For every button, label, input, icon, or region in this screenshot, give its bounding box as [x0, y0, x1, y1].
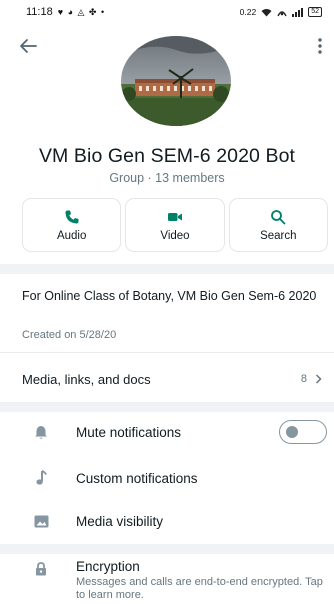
action-row: Audio Video Search	[22, 198, 328, 252]
toggle-knob	[286, 426, 298, 438]
search-button[interactable]: Search	[228, 198, 328, 252]
media-links-docs-row[interactable]: Media, links, and docs 8	[22, 364, 322, 394]
video-label: Video	[160, 229, 190, 242]
mute-toggle[interactable]	[279, 420, 327, 444]
group-avatar[interactable]	[121, 36, 231, 126]
divider-line	[0, 352, 334, 353]
more-options-icon[interactable]	[314, 34, 326, 58]
group-description[interactable]: For Online Class of Botany, VM Bio Gen S…	[22, 288, 322, 304]
section-divider	[0, 402, 334, 412]
signal-icon	[292, 7, 304, 17]
lock-icon	[33, 561, 49, 577]
media-visibility-row[interactable]: Media visibility	[0, 503, 334, 539]
visibility-label: Media visibility	[76, 513, 164, 529]
wifi-icon	[261, 8, 272, 16]
mute-label: Mute notifications	[76, 424, 182, 440]
custom-label: Custom notifications	[76, 470, 198, 486]
media-label: Media, links, and docs	[22, 371, 151, 387]
hotspot-icon	[277, 10, 287, 16]
status-left: 11:18 ♥ ◕ ◬ ✤ •	[26, 6, 105, 18]
media-count-group: 8	[301, 373, 322, 385]
media-count: 8	[300, 373, 307, 385]
music-note-icon	[33, 470, 49, 486]
group-meta: Group · 13 members	[109, 171, 225, 185]
mute-notifications-row[interactable]: Mute notifications	[0, 414, 334, 450]
search-label: Search	[260, 229, 297, 242]
section-divider	[0, 544, 334, 554]
chevron-right-icon	[315, 374, 322, 384]
video-call-button[interactable]: Video	[125, 198, 225, 252]
back-arrow-icon[interactable]	[16, 34, 40, 58]
audio-call-button[interactable]: Audio	[22, 198, 122, 252]
avatar-photo	[121, 36, 231, 126]
data-speed: 0.22	[239, 7, 257, 17]
search-icon	[271, 209, 286, 224]
group-name[interactable]: VM Bio Gen SEM-6 2020 Bot	[0, 145, 334, 168]
phone-icon	[65, 210, 79, 223]
encryption-title: Encryption	[76, 559, 140, 574]
status-bar: 11:18 ♥ ◕ ◬ ✤ • 0.22 52	[0, 0, 334, 24]
notification-icons: ♥ ◕ ◬ ✤ •	[57, 6, 106, 17]
video-camera-icon	[167, 212, 182, 221]
created-date: Created on 5/28/20	[22, 329, 117, 341]
bell-icon	[33, 424, 49, 440]
battery-icon: 52	[308, 7, 322, 17]
section-divider	[0, 264, 334, 274]
custom-notifications-row[interactable]: Custom notifications	[0, 460, 334, 496]
image-icon	[33, 513, 49, 529]
status-right: 0.22 52	[240, 7, 322, 17]
encryption-subtitle: Messages and calls are end-to-end encryp…	[76, 576, 323, 601]
status-time: 11:18	[26, 6, 53, 18]
audio-label: Audio	[56, 229, 87, 242]
